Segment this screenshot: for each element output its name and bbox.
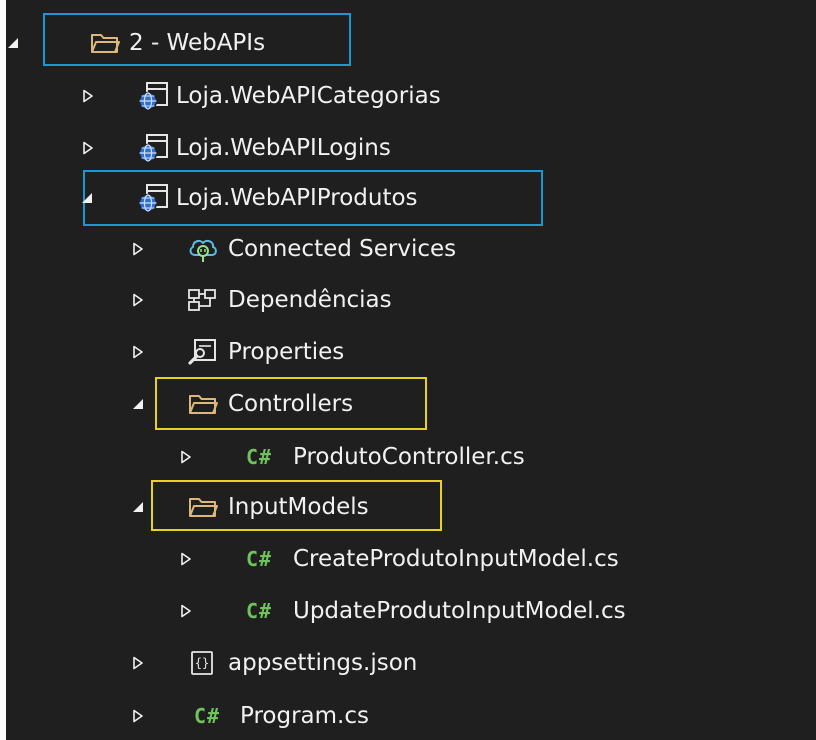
tree-item-label: Program.cs <box>240 703 369 729</box>
tree-item-file-create-input-model[interactable]: C# CreateProdutoInputModel.cs <box>6 533 816 585</box>
web-project-icon <box>135 172 171 224</box>
web-project-icon <box>135 70 171 122</box>
tree-item-label: Loja.WebAPIProdutos <box>176 185 418 211</box>
connected-services-icon <box>185 223 221 275</box>
collapsed-arrow-icon[interactable] <box>175 585 197 637</box>
expanded-arrow-icon[interactable] <box>6 17 24 69</box>
tree-item-folder-controllers[interactable]: Controllers <box>6 378 816 430</box>
tree-item-label: Loja.WebAPICategorias <box>176 83 441 109</box>
json-glyph: {} <box>194 656 210 670</box>
folder-open-icon <box>185 378 221 430</box>
tree-item-file-appsettings[interactable]: {} appsettings.json <box>6 637 816 689</box>
csharp-file-icon: C# <box>245 547 273 571</box>
tree-item-label: Properties <box>228 339 345 365</box>
collapsed-arrow-icon[interactable] <box>175 431 197 483</box>
expanded-arrow-icon[interactable] <box>127 481 149 533</box>
tree-item-properties[interactable]: Properties <box>6 326 816 378</box>
collapsed-arrow-icon[interactable] <box>127 637 149 689</box>
collapsed-arrow-icon[interactable] <box>77 122 99 174</box>
collapsed-arrow-icon[interactable] <box>127 223 149 275</box>
tree-item-project-produtos[interactable]: Loja.WebAPIProdutos <box>6 172 816 224</box>
tree-item-label: appsettings.json <box>228 650 418 676</box>
tree-item-project-logins[interactable]: Loja.WebAPILogins <box>6 122 816 174</box>
folder-open-icon <box>88 17 122 69</box>
tree-item-label: Connected Services <box>228 236 457 262</box>
collapsed-arrow-icon[interactable] <box>127 690 149 740</box>
tree-item-file-update-input-model[interactable]: C# UpdateProdutoInputModel.cs <box>6 585 816 637</box>
json-file-icon: {} <box>186 637 218 689</box>
tree-item-label: Controllers <box>228 391 354 417</box>
collapsed-arrow-icon[interactable] <box>127 326 149 378</box>
tree-item-label: Loja.WebAPILogins <box>176 135 391 161</box>
tree-item-label: ProdutoController.cs <box>293 444 525 470</box>
web-project-icon <box>135 122 171 174</box>
expanded-arrow-icon[interactable] <box>127 378 149 430</box>
tree-item-dependencias[interactable]: Dependências <box>6 274 816 326</box>
tree-item-file-produto-controller[interactable]: C# ProdutoController.cs <box>6 431 816 483</box>
solution-explorer-tree: 2 - WebAPIs Loja.WebAPICategorias Loja.W… <box>6 0 816 740</box>
csharp-file-icon: C# <box>245 445 273 469</box>
expanded-arrow-icon[interactable] <box>76 172 98 224</box>
tree-item-folder-inputmodels[interactable]: InputModels <box>6 481 816 533</box>
tree-item-folder-webapis[interactable]: 2 - WebAPIs <box>6 17 816 69</box>
collapsed-arrow-icon[interactable] <box>175 533 197 585</box>
collapsed-arrow-icon[interactable] <box>77 70 99 122</box>
csharp-file-icon: C# <box>193 704 221 728</box>
folder-open-icon <box>185 481 221 533</box>
tree-item-label: 2 - WebAPIs <box>129 30 266 56</box>
tree-item-label: Dependências <box>228 287 392 313</box>
csharp-file-icon: C# <box>245 599 273 623</box>
dependencies-icon <box>185 274 221 326</box>
tree-item-label: InputModels <box>228 494 369 520</box>
collapsed-arrow-icon[interactable] <box>127 274 149 326</box>
properties-icon <box>185 326 221 378</box>
tree-item-label: UpdateProdutoInputModel.cs <box>293 598 626 624</box>
tree-item-connected-services[interactable]: Connected Services <box>6 223 816 275</box>
tree-item-label: CreateProdutoInputModel.cs <box>293 546 619 572</box>
tree-item-project-categorias[interactable]: Loja.WebAPICategorias <box>6 70 816 122</box>
tree-item-file-program[interactable]: C# Program.cs <box>6 690 816 740</box>
